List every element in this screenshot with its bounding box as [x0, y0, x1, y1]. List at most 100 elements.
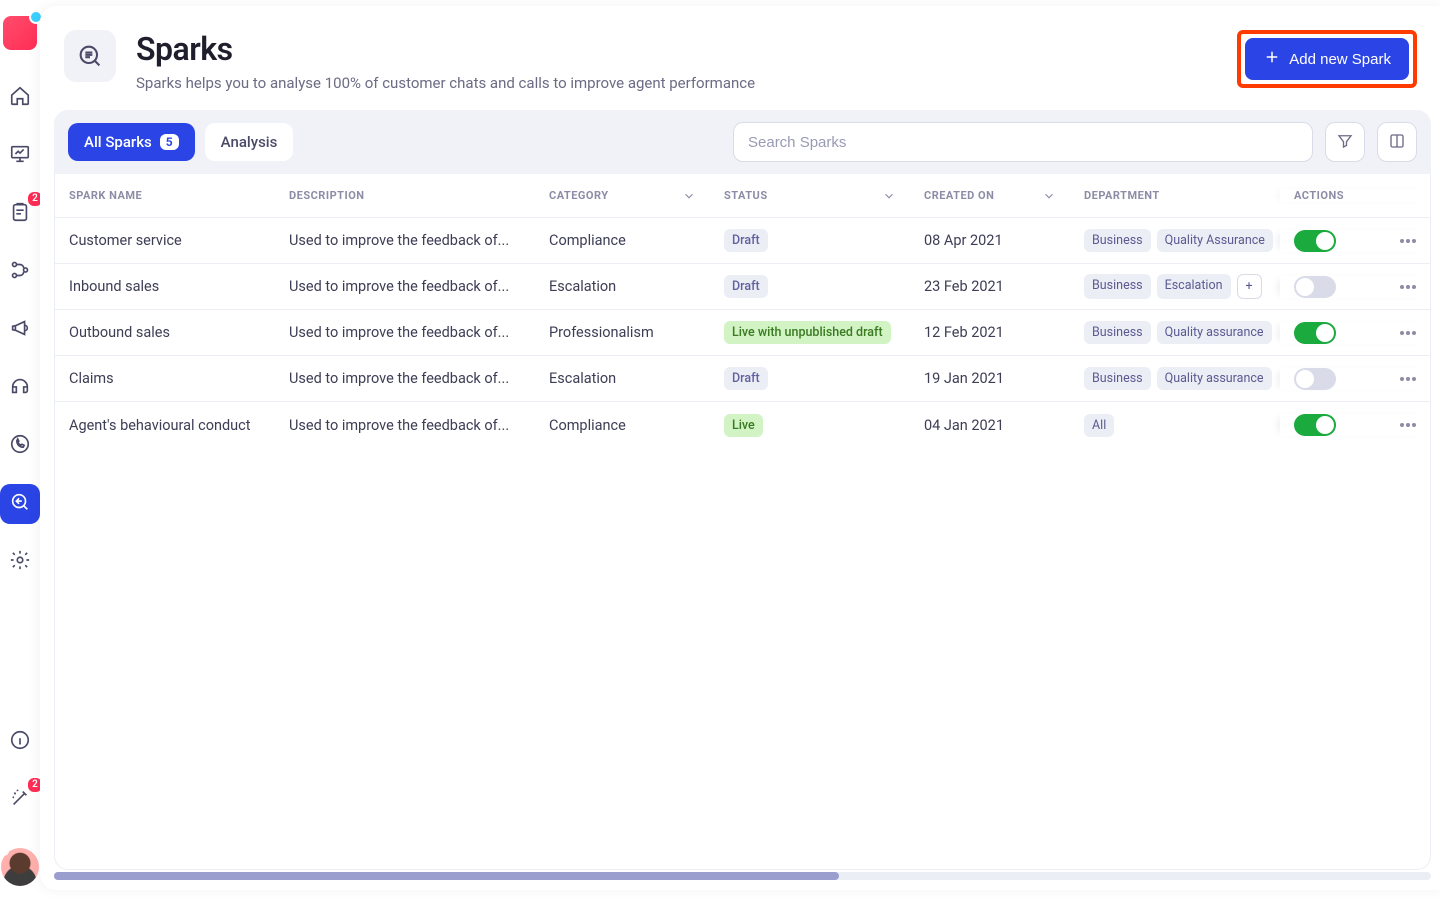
col-description[interactable]: DESCRIPTION [275, 189, 535, 202]
tab-all-sparks-label: All Sparks [84, 133, 152, 151]
col-created[interactable]: CREATED ON [910, 189, 1070, 203]
table-row[interactable]: Inbound salesUsed to improve the feedbac… [55, 264, 1430, 310]
table-row[interactable]: Agent's behavioural conductUsed to impro… [55, 402, 1430, 448]
nav-presentation[interactable] [0, 136, 40, 176]
department-chip: Quality assurance [1157, 321, 1272, 344]
plus-icon [1263, 48, 1281, 70]
nav-settings[interactable] [0, 542, 40, 582]
add-spark-label: Add new Spark [1289, 51, 1391, 68]
page-title-icon [64, 30, 116, 82]
cell-category: Escalation [535, 370, 710, 387]
row-toggle[interactable] [1294, 368, 1336, 390]
nav-announce[interactable] [0, 310, 40, 350]
cell-category: Compliance [535, 232, 710, 249]
chevron-down-icon [1042, 189, 1056, 203]
row-toggle[interactable] [1294, 230, 1336, 252]
table-row[interactable]: ClaimsUsed to improve the feedback of...… [55, 356, 1430, 402]
nav-info[interactable] [0, 722, 40, 762]
col-department[interactable]: DEPARTMENT [1070, 189, 1280, 202]
nav-headset[interactable] [0, 368, 40, 408]
cell-category: Escalation [535, 278, 710, 295]
nav-clipboard[interactable]: 2 [0, 194, 40, 234]
cell-status: Draft [710, 275, 910, 298]
wand-icon [9, 787, 31, 813]
department-chip: Business [1084, 274, 1151, 299]
check-icon [1319, 326, 1331, 338]
cell-created: 04 Jan 2021 [910, 417, 1070, 434]
row-more-button[interactable] [1400, 285, 1416, 289]
status-badge: Draft [724, 229, 768, 252]
row-toggle[interactable] [1294, 322, 1336, 344]
cell-category: Compliance [535, 417, 710, 434]
columns-icon [1388, 132, 1406, 153]
row-toggle[interactable] [1294, 414, 1336, 436]
toolbar: All Sparks 5 Analysis [54, 110, 1431, 174]
cell-name: Outbound sales [55, 324, 275, 341]
nav-sparks[interactable] [0, 484, 40, 524]
table-row[interactable]: Customer serviceUsed to improve the feed… [55, 218, 1430, 264]
home-icon [9, 85, 31, 111]
cell-category: Professionalism [535, 324, 710, 341]
headset-icon [9, 375, 31, 401]
cell-created: 08 Apr 2021 [910, 232, 1070, 249]
cell-department: All [1070, 414, 1280, 437]
col-name[interactable]: SPARK NAME [55, 189, 275, 202]
cell-department: BusinessQuality assurance [1070, 321, 1280, 344]
horizontal-scrollbar[interactable] [54, 870, 1431, 880]
cell-department: BusinessQuality assurance [1070, 367, 1280, 390]
cell-status: Live with unpublished draft [710, 321, 910, 344]
cell-description: Used to improve the feedback of... [275, 370, 535, 387]
cell-description: Used to improve the feedback of... [275, 232, 535, 249]
check-icon [1319, 234, 1331, 246]
department-more-chip[interactable]: + [1237, 274, 1262, 299]
row-more-button[interactable] [1400, 377, 1416, 381]
status-badge: Live with unpublished draft [724, 321, 891, 344]
cell-description: Used to improve the feedback of... [275, 417, 535, 434]
cell-created: 12 Feb 2021 [910, 324, 1070, 341]
department-chip: Escalation [1157, 274, 1231, 299]
search-wrapper [733, 122, 1313, 162]
cell-name: Agent's behavioural conduct [55, 417, 275, 434]
app-logo[interactable] [3, 16, 37, 50]
status-badge: Draft [724, 275, 768, 298]
cell-actions [1280, 230, 1430, 252]
nav-home[interactable] [0, 78, 40, 118]
department-chip: Quality Assurance [1157, 229, 1273, 252]
row-more-button[interactable] [1400, 239, 1416, 243]
check-icon [1319, 418, 1331, 430]
department-chip: Business [1084, 229, 1151, 252]
cell-actions [1280, 414, 1430, 436]
add-spark-button[interactable]: Add new Spark [1245, 38, 1409, 80]
col-status[interactable]: STATUS [710, 189, 910, 203]
col-category[interactable]: CATEGORY [535, 189, 710, 203]
branch-icon [9, 259, 31, 285]
tab-all-sparks[interactable]: All Sparks 5 [68, 123, 195, 161]
col-actions: ACTIONS [1280, 189, 1430, 202]
cell-created: 23 Feb 2021 [910, 278, 1070, 295]
department-chip: All [1084, 414, 1114, 437]
chevron-down-icon [682, 189, 696, 203]
nav-whatsapp[interactable] [0, 426, 40, 466]
page-title: Sparks [136, 30, 1237, 68]
cell-actions [1280, 276, 1430, 298]
nav-branch[interactable] [0, 252, 40, 292]
table-row[interactable]: Outbound salesUsed to improve the feedba… [55, 310, 1430, 356]
gear-icon [9, 549, 31, 575]
row-more-button[interactable] [1400, 423, 1416, 427]
cell-department: Business Quality Assurance [1070, 229, 1280, 252]
tab-analysis[interactable]: Analysis [205, 123, 294, 161]
tab-all-sparks-count: 5 [160, 134, 179, 150]
row-toggle[interactable] [1294, 276, 1336, 298]
cell-name: Claims [55, 370, 275, 387]
cell-name: Inbound sales [55, 278, 275, 295]
cell-department: BusinessEscalation+ [1070, 274, 1280, 299]
user-avatar[interactable] [1, 848, 39, 886]
sparks-table: SPARK NAME DESCRIPTION CATEGORY STATUS C… [54, 174, 1431, 870]
columns-button[interactable] [1377, 122, 1417, 162]
search-input[interactable] [733, 122, 1313, 162]
department-chip: Business [1084, 367, 1151, 390]
add-spark-highlight: Add new Spark [1237, 30, 1417, 88]
filter-button[interactable] [1325, 122, 1365, 162]
nav-wand[interactable]: 2 [0, 780, 40, 820]
row-more-button[interactable] [1400, 331, 1416, 335]
